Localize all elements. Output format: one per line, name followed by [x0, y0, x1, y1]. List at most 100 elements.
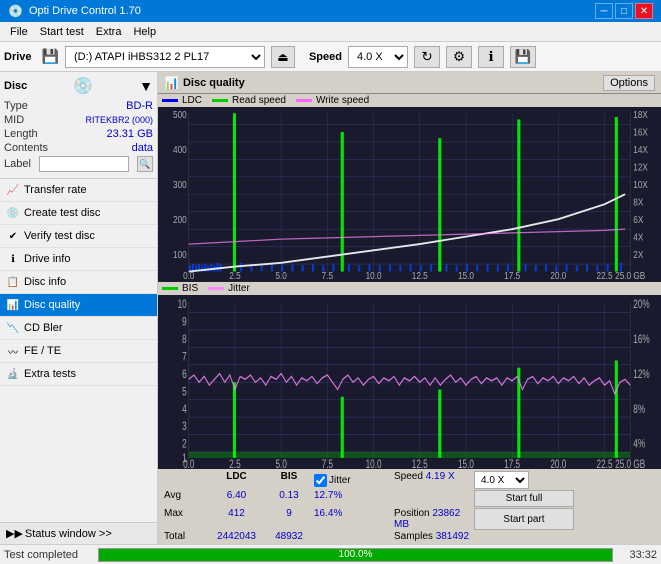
quality-title: Disc quality: [183, 77, 245, 89]
svg-text:10.0: 10.0: [366, 270, 382, 281]
svg-text:0.0: 0.0: [183, 458, 195, 469]
svg-text:6X: 6X: [633, 214, 643, 225]
svg-text:8X: 8X: [633, 197, 643, 208]
verify-test-icon: ✔: [6, 229, 20, 243]
disc-quality-icon: 📊: [6, 298, 20, 312]
svg-text:400: 400: [173, 144, 187, 155]
bis-legend-label: BIS: [182, 283, 198, 294]
contents-label: Contents: [4, 142, 48, 154]
ldc-header: LDC: [209, 471, 264, 489]
svg-text:100: 100: [173, 249, 187, 260]
top-chart-svg: 500 400 300 200 100 18X 16X 14X 12X 10X …: [158, 107, 661, 282]
svg-text:12X: 12X: [633, 162, 648, 173]
nav-fe-te-label: FE / TE: [24, 345, 61, 357]
nav-create-test-disc[interactable]: 💿 Create test disc: [0, 202, 157, 225]
nav-disc-info-label: Disc info: [24, 276, 66, 288]
app-title: Opti Drive Control 1.70: [29, 5, 141, 17]
create-test-icon: 💿: [6, 206, 20, 220]
drive-icon: 💾: [42, 48, 59, 65]
disc-icon: 💿: [73, 76, 93, 96]
nav-disc-quality[interactable]: 📊 Disc quality: [0, 294, 157, 317]
maximize-button[interactable]: □: [615, 3, 633, 19]
svg-text:12.5: 12.5: [412, 270, 428, 281]
transfer-rate-icon: 📈: [6, 183, 20, 197]
menu-help[interactable]: Help: [127, 25, 162, 39]
menu-extra[interactable]: Extra: [90, 25, 128, 39]
avg-label: Avg: [164, 490, 209, 507]
refresh-button[interactable]: ↻: [414, 46, 440, 68]
start-full-button[interactable]: Start full: [474, 490, 574, 507]
avg-jitter: 12.7%: [314, 490, 394, 507]
svg-text:2X: 2X: [633, 249, 643, 260]
close-button[interactable]: ✕: [635, 3, 653, 19]
svg-text:25.0 GB: 25.0 GB: [615, 270, 645, 281]
svg-text:17.5: 17.5: [504, 458, 520, 469]
svg-text:4X: 4X: [633, 232, 643, 243]
svg-text:15.0: 15.0: [458, 458, 474, 469]
info-button[interactable]: ℹ: [478, 46, 504, 68]
speed-select-stat[interactable]: 4.0 X: [474, 471, 529, 489]
nav-items: 📈 Transfer rate 💿 Create test disc ✔ Ver…: [0, 179, 157, 522]
nav-fe-te[interactable]: 〰 FE / TE: [0, 340, 157, 363]
options-button[interactable]: Options: [603, 75, 655, 91]
max-bis: 9: [264, 508, 314, 530]
svg-text:2: 2: [182, 438, 187, 451]
left-panel: Disc 💿 ▼ Type BD-R MID RITEKBR2 (000) Le…: [0, 72, 158, 544]
label-icon-button[interactable]: 🔍: [137, 156, 153, 172]
disc-section: Disc 💿 ▼ Type BD-R MID RITEKBR2 (000) Le…: [0, 72, 157, 179]
jitter-check-label: Jitter: [329, 475, 351, 486]
total-ldc: 2442043: [209, 531, 264, 542]
svg-text:16X: 16X: [633, 127, 648, 138]
svg-text:7.5: 7.5: [322, 270, 333, 281]
start-part-button[interactable]: Start part: [474, 508, 574, 530]
empty-total-btn: [474, 531, 574, 542]
nav-disc-quality-label: Disc quality: [24, 299, 80, 311]
drive-info-icon: ℹ: [6, 252, 20, 266]
samples-label: Samples 381492: [394, 531, 474, 542]
jitter-check-container: Jitter: [314, 471, 394, 489]
nav-transfer-rate[interactable]: 📈 Transfer rate: [0, 179, 157, 202]
svg-text:25.0 GB: 25.0 GB: [615, 458, 645, 469]
nav-cd-bler[interactable]: 📉 CD Bler: [0, 317, 157, 340]
settings-button[interactable]: ⚙: [446, 46, 472, 68]
svg-text:4: 4: [182, 403, 187, 416]
svg-text:20.0: 20.0: [550, 458, 566, 469]
label-input[interactable]: [39, 156, 129, 172]
jitter-checkbox[interactable]: [314, 474, 327, 487]
svg-text:14X: 14X: [633, 144, 648, 155]
disc-info-icon: 📋: [6, 275, 20, 289]
svg-text:5.0: 5.0: [275, 458, 287, 469]
nav-drive-info[interactable]: ℹ Drive info: [0, 248, 157, 271]
samples-value: 381492: [436, 531, 469, 542]
cd-bler-icon: 📉: [6, 321, 20, 335]
quality-panel-icon: 📊: [164, 76, 179, 90]
menu-file[interactable]: File: [4, 25, 34, 39]
status-window-button[interactable]: ▶▶ Status window >>: [0, 522, 157, 544]
eject-button[interactable]: ⏏: [271, 46, 295, 68]
app-icon: 💿: [8, 4, 23, 18]
avg-bis: 0.13: [264, 490, 314, 507]
extra-tests-icon: 🔬: [6, 367, 20, 381]
svg-text:4%: 4%: [633, 438, 645, 451]
max-jitter: 16.4%: [314, 508, 394, 530]
drive-select[interactable]: (D:) ATAPI iHBS312 2 PL17: [65, 46, 265, 68]
bis-header: BIS: [264, 471, 314, 489]
avg-ldc: 6.40: [209, 490, 264, 507]
nav-extra-tests[interactable]: 🔬 Extra tests: [0, 363, 157, 386]
minimize-button[interactable]: ─: [595, 3, 613, 19]
max-ldc: 412: [209, 508, 264, 530]
type-label: Type: [4, 100, 28, 112]
speed-select[interactable]: 4.0 X: [348, 46, 408, 68]
nav-disc-info[interactable]: 📋 Disc info: [0, 271, 157, 294]
nav-verify-test-disc[interactable]: ✔ Verify test disc: [0, 225, 157, 248]
disc-options-icon[interactable]: ▼: [139, 78, 153, 94]
save-button[interactable]: 💾: [510, 46, 536, 68]
mid-value: RITEKBR2 (000): [85, 115, 153, 125]
total-bis: 48932: [264, 531, 314, 542]
speed-header: Speed 4.19 X: [394, 471, 474, 489]
menu-start-test[interactable]: Start test: [34, 25, 90, 39]
disc-title: Disc: [4, 80, 27, 92]
svg-text:300: 300: [173, 179, 187, 190]
bottom-chart-svg: 10 9 8 7 6 5 4 3 2 1 20% 16% 12% 8% 4%: [158, 295, 661, 470]
type-value: BD-R: [126, 100, 153, 112]
